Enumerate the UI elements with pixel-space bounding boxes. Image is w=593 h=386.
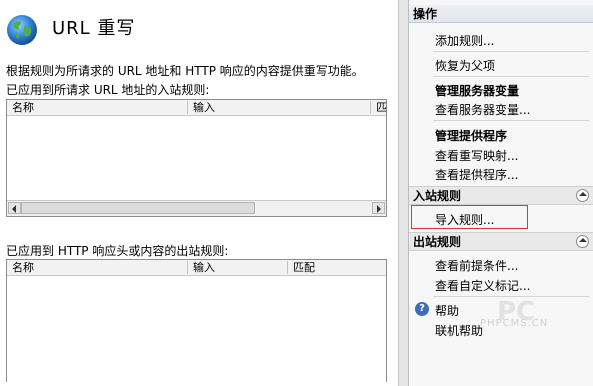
collapse-up-icon[interactable] (576, 189, 589, 202)
page-title: URL 重写 (52, 18, 136, 39)
inbound-horizontal-scrollbar[interactable] (7, 200, 386, 216)
column-header-input[interactable]: 输入 (188, 101, 371, 114)
view-preconditions-link[interactable]: 查看前提条件... (435, 257, 518, 274)
features-view-pane: URL 重写 根据规则为所请求的 URL 地址和 HTTP 响应的内容提供重写功… (0, 0, 398, 386)
outbound-rules-section-label: 出站规则 (413, 235, 462, 249)
actions-pane-title: 操作 (409, 5, 593, 23)
outbound-rules-list[interactable]: 名称 输入 匹配 (6, 259, 387, 382)
feature-description: 根据规则为所请求的 URL 地址和 HTTP 响应的内容提供重写功能。 (6, 64, 364, 78)
inbound-rules-list[interactable]: 名称 输入 匹 (6, 99, 387, 217)
inbound-rules-caption: 已应用到所请求 URL 地址的入站规则: (6, 83, 210, 97)
column-header-input[interactable]: 输入 (188, 261, 288, 274)
divider (433, 120, 589, 121)
outbound-list-header: 名称 输入 匹配 (7, 260, 386, 276)
column-header-match[interactable]: 匹配 (288, 261, 386, 274)
inbound-rules-section-header[interactable]: 入站规则 (409, 186, 593, 205)
annotation-highlight-box (411, 205, 528, 229)
view-server-variables-link[interactable]: 查看服务器变量... (435, 101, 530, 118)
add-rule-link[interactable]: 添加规则... (435, 32, 494, 49)
manage-server-variables-heading: 管理服务器变量 (435, 84, 520, 98)
outbound-rules-caption: 已应用到 HTTP 响应头或内容的出站规则: (6, 244, 229, 258)
inbound-rules-section-label: 入站规则 (413, 189, 462, 203)
manage-providers-heading: 管理提供程序 (435, 129, 508, 143)
outbound-rules-section-header[interactable]: 出站规则 (409, 232, 593, 251)
view-providers-link[interactable]: 查看提供程序... (435, 166, 518, 183)
collapse-up-icon[interactable] (576, 235, 589, 248)
globe-icon (7, 15, 37, 45)
scroll-right-button[interactable] (372, 202, 385, 214)
inbound-list-header: 名称 输入 匹 (7, 100, 387, 116)
column-header-match[interactable]: 匹 (371, 101, 387, 114)
view-custom-tags-link[interactable]: 查看自定义标记... (435, 277, 530, 294)
scroll-left-button[interactable] (8, 202, 21, 214)
divider (433, 51, 589, 52)
online-help-link[interactable]: 联机帮助 (435, 322, 483, 339)
help-link[interactable]: 帮助 (435, 302, 459, 319)
divider (433, 76, 589, 77)
revert-to-parent-link[interactable]: 恢复为父项 (435, 57, 495, 74)
help-icon: ? (415, 302, 429, 316)
column-header-name[interactable]: 名称 (7, 101, 188, 114)
view-rewrite-maps-link[interactable]: 查看重写映射... (435, 147, 518, 164)
watermark-text: PHPCMS.CN (480, 318, 549, 329)
column-header-name[interactable]: 名称 (7, 261, 188, 274)
scroll-thumb[interactable] (21, 202, 255, 214)
